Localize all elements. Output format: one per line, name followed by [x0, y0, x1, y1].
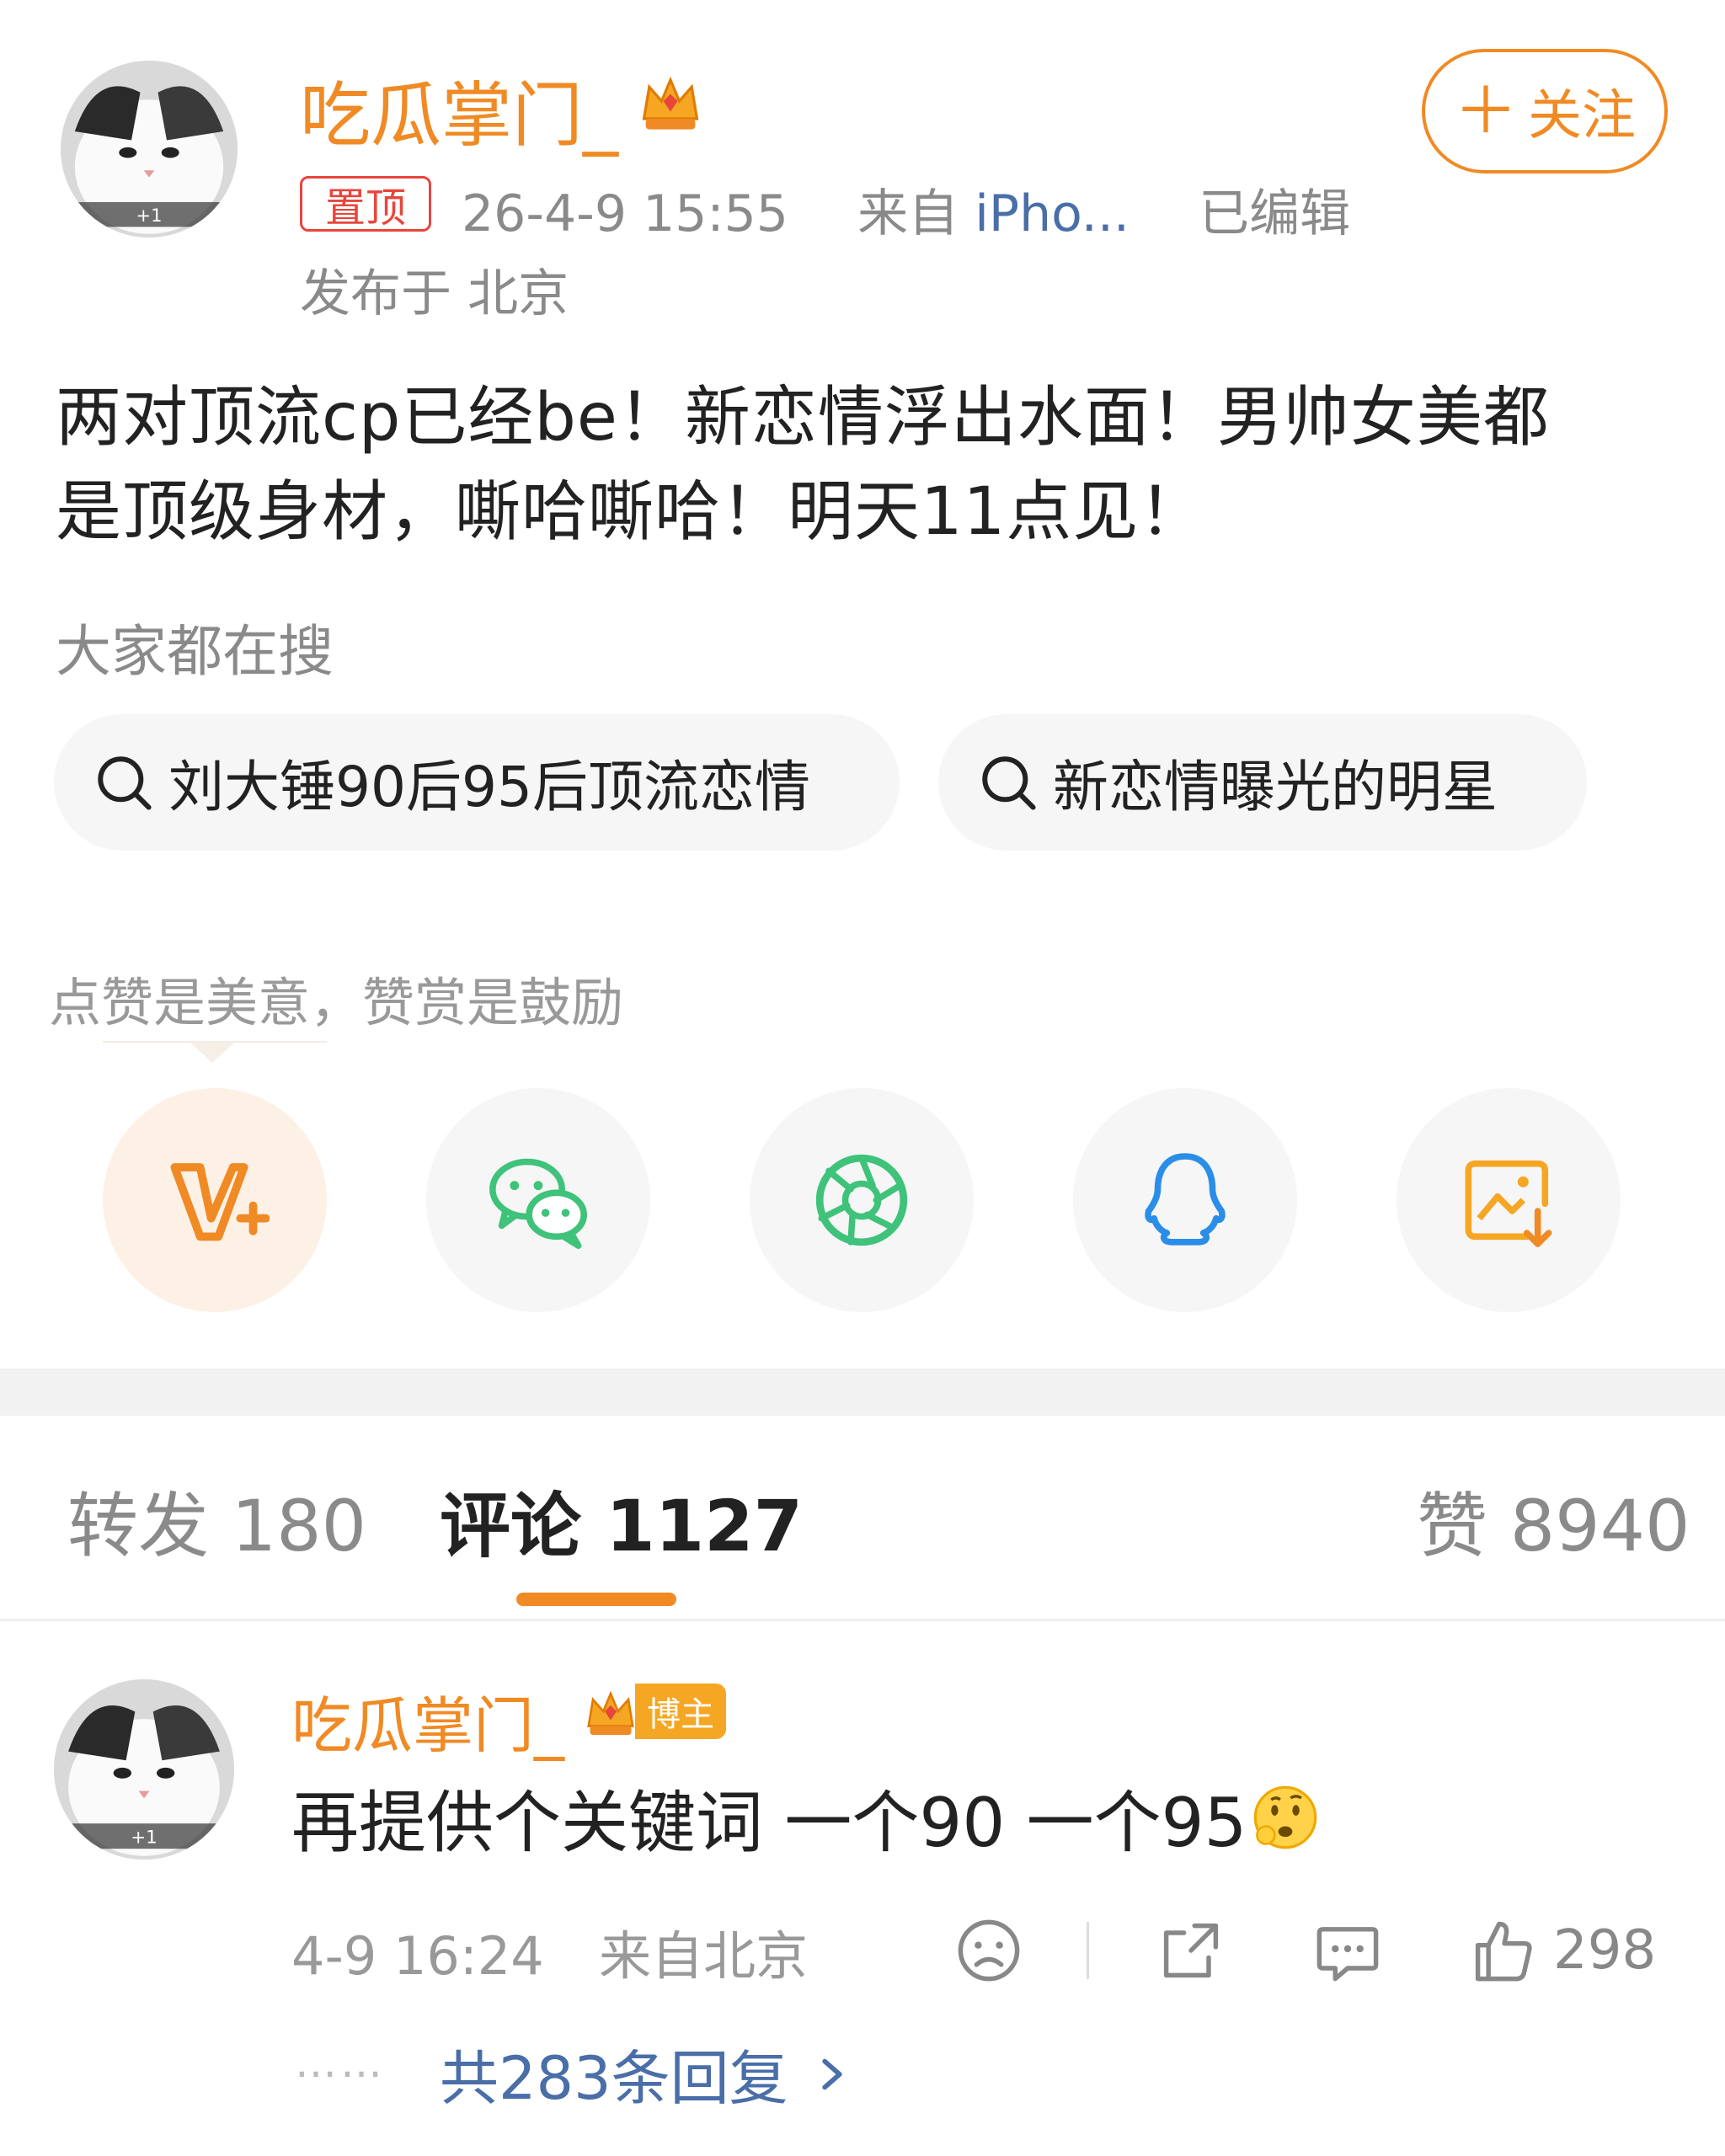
save-image-icon	[1465, 1160, 1552, 1247]
moments-share-button[interactable]	[750, 1088, 974, 1312]
dislike-button[interactable]	[948, 1910, 1029, 1991]
sad-face-icon	[958, 1919, 1020, 1982]
tabs-divider	[0, 1619, 1725, 1621]
comment-icon	[1316, 1927, 1379, 1982]
pinned-badge: 置顶	[300, 176, 431, 232]
post-meta: 26-4-9 15:55 来自 iPho... 已编辑	[462, 173, 1350, 246]
plus-icon: ＋	[1454, 73, 1518, 148]
tab-repost[interactable]: 转发 180	[67, 1470, 366, 1572]
svg-text:+1: +1	[131, 1828, 158, 1849]
crown-vip-icon	[635, 66, 706, 136]
active-tab-indicator	[516, 1593, 676, 1606]
blogger-badge-label: 博主	[635, 1684, 726, 1739]
follow-button[interactable]: ＋ 关注	[1422, 49, 1668, 173]
share-icon	[1163, 1923, 1219, 1978]
comment-time: 4-9 16:24	[291, 1925, 544, 1987]
reward-pointer-arrow	[190, 1043, 234, 1063]
post-location: 发布于 北京	[300, 264, 569, 323]
section-divider	[0, 1369, 1725, 1416]
blogger-badge: 博主	[581, 1684, 726, 1739]
author-avatar[interactable]: +1	[61, 61, 238, 237]
hot-search-item[interactable]: 刘大锤90后95后顶流恋情	[54, 714, 900, 851]
reward-title: 点赞是美意，赞赏是鼓励	[49, 972, 624, 1033]
vplus-icon	[170, 1163, 270, 1241]
comment-author-name[interactable]: 吃瓜掌门_	[291, 1676, 564, 1764]
comment-text: 再提供个关键词 一个90 一个95	[291, 1769, 1321, 1866]
comment-location: 来自北京	[599, 1925, 809, 1987]
comment-meta: 4-9 16:24 来自北京	[291, 1913, 808, 1989]
comment-like-count: 298	[1553, 1919, 1657, 1982]
author-name[interactable]: 吃瓜掌门_	[300, 59, 618, 161]
action-separator	[1087, 1922, 1089, 1979]
source-device-link[interactable]: iPho...	[975, 184, 1130, 243]
save-image-button[interactable]	[1397, 1088, 1621, 1312]
search-icon	[982, 756, 1036, 810]
thumbs-up-icon	[1475, 1921, 1532, 1982]
view-replies-link[interactable]: 共283条回复	[440, 2031, 851, 2116]
qq-share-button[interactable]	[1073, 1088, 1297, 1312]
replies-dots: ……	[295, 2038, 386, 2087]
like-comment-button[interactable]: 298	[1467, 1910, 1656, 1991]
post-content-line: 是顶级身材，嘶哈嘶哈！明天11点见！	[56, 474, 1206, 550]
tab-likes[interactable]: 赞 8940	[1417, 1470, 1690, 1572]
edited-label[interactable]: 已编辑	[1199, 184, 1350, 243]
reply-comment-button[interactable]	[1307, 1910, 1388, 1991]
hot-search-item[interactable]: 新恋情曝光的明星	[938, 714, 1587, 851]
moments-icon	[815, 1154, 908, 1246]
thinking-emoji-icon	[1254, 1785, 1317, 1849]
wechat-icon	[489, 1158, 587, 1249]
chevron-right-icon	[821, 2058, 842, 2089]
tab-comments[interactable]: 评论 1127	[440, 1470, 803, 1572]
post-time: 26-4-9 15:55	[462, 184, 788, 243]
cat-avatar-icon: +1	[54, 1679, 234, 1860]
wechat-share-button[interactable]	[426, 1088, 650, 1312]
search-icon	[98, 756, 152, 810]
qq-icon	[1145, 1153, 1226, 1246]
cat-avatar-icon: +1	[61, 61, 238, 237]
crown-vip-icon	[587, 1690, 634, 1735]
svg-text:+1: +1	[136, 205, 163, 226]
source-prefix: 来自	[857, 184, 959, 243]
hot-search-title: 大家都在搜	[56, 619, 334, 684]
post-content: 两对顶流cp已经be！新恋情浮出水面！男帅女美都 是顶级身材，嘶哈嘶哈！明天11…	[56, 371, 1656, 559]
share-comment-button[interactable]	[1151, 1910, 1231, 1991]
comment-author-avatar[interactable]: +1	[54, 1679, 234, 1860]
post-content-line: 两对顶流cp已经be！新恋情浮出水面！男帅女美都	[56, 380, 1550, 456]
vplus-share-button[interactable]	[103, 1088, 327, 1312]
